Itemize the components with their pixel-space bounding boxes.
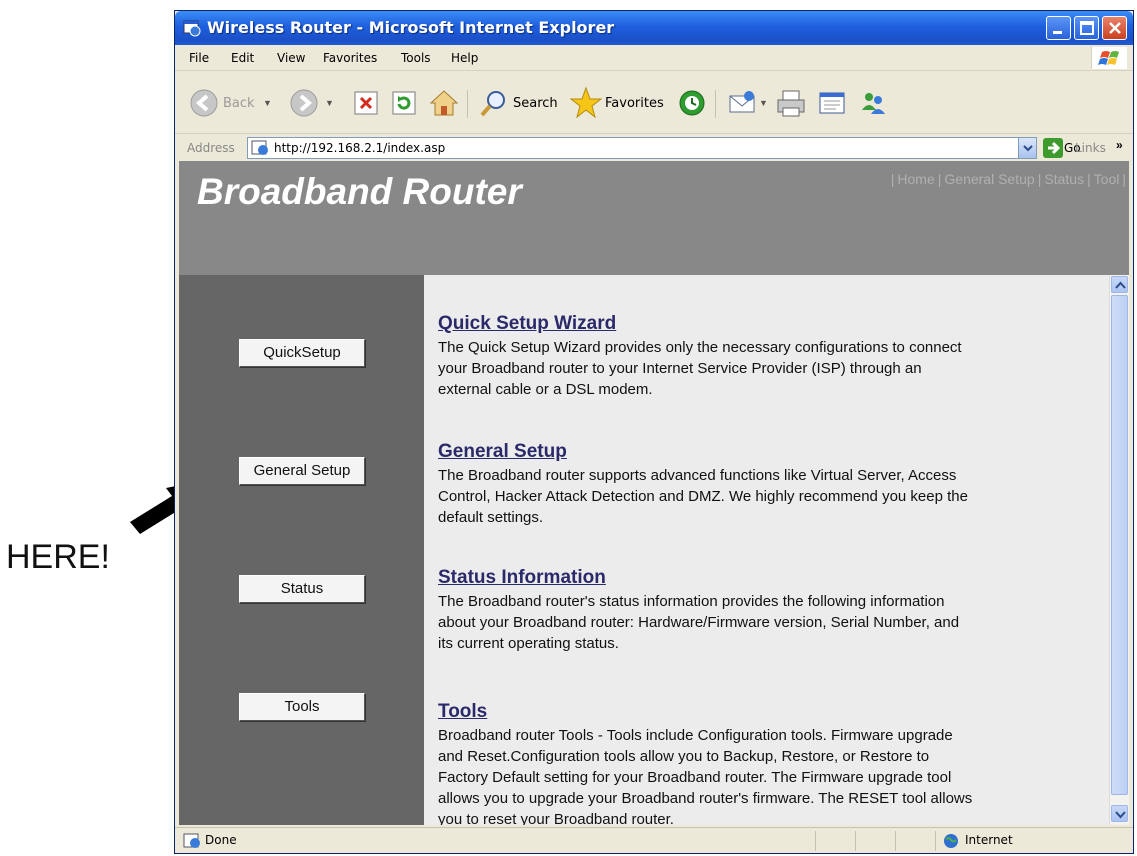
- status-bar: Done Internet: [175, 827, 1133, 853]
- refresh-icon[interactable]: [391, 90, 417, 116]
- forward-icon[interactable]: [289, 88, 319, 118]
- general-setup-description: The Broadband router supports advanced f…: [438, 467, 968, 526]
- brand-title: Broadband Router: [197, 171, 522, 212]
- chevron-down-icon: [1023, 145, 1033, 152]
- address-input[interactable]: http://192.168.2.1/index.asp: [247, 137, 1037, 159]
- window-title: Wireless Router - Microsoft Internet Exp…: [207, 18, 615, 37]
- toolbar: Back ▼ ▼ Search Favorites ▼: [175, 72, 1133, 134]
- stop-icon[interactable]: [353, 90, 379, 116]
- history-icon[interactable]: [677, 88, 707, 118]
- status-divider: [895, 831, 896, 851]
- address-dropdown-button[interactable]: [1018, 138, 1036, 158]
- section-status: Status Information The Broadband router'…: [438, 567, 978, 654]
- topnav-tool[interactable]: Tool: [1094, 171, 1120, 187]
- ie-icon: [183, 20, 201, 37]
- status-divider: [855, 831, 856, 851]
- status-text: Done: [205, 833, 237, 847]
- web-page: Broadband Router | Home | General Setup | Sta…: [179, 161, 1129, 825]
- menu-bar: File Edit View Favorites Tools Help: [175, 45, 1133, 71]
- tools-button[interactable]: Tools: [239, 693, 365, 721]
- status-divider: [815, 831, 816, 851]
- menu-view[interactable]: View: [277, 51, 305, 65]
- topnav-home[interactable]: Home: [897, 171, 934, 187]
- mail-icon[interactable]: [727, 88, 757, 118]
- menu-file[interactable]: File: [189, 51, 209, 65]
- quicksetup-button[interactable]: QuickSetup: [239, 339, 365, 367]
- topnav-status[interactable]: Status: [1044, 171, 1084, 187]
- status-description: The Broadband router's status informatio…: [438, 593, 960, 652]
- maximize-button[interactable]: [1074, 16, 1099, 40]
- sidebar: QuickSetup General Setup Status Tools: [179, 275, 424, 825]
- tools-link[interactable]: Tools: [438, 701, 487, 723]
- section-tools: Tools Broadband router Tools - Tools inc…: [438, 701, 978, 825]
- general-setup-link[interactable]: General Setup: [438, 441, 567, 463]
- page-done-icon: [183, 833, 200, 848]
- topnav-general-setup[interactable]: General Setup: [944, 171, 1034, 187]
- minimize-button[interactable]: [1046, 16, 1071, 40]
- forward-dropdown-icon[interactable]: ▼: [325, 98, 334, 108]
- scroll-down-button[interactable]: [1111, 805, 1128, 822]
- section-quick-setup: Quick Setup Wizard The Quick Setup Wizar…: [438, 313, 978, 400]
- status-button[interactable]: Status: [239, 575, 365, 603]
- windows-logo-icon: [1091, 47, 1127, 69]
- here-annotation: HERE!: [6, 538, 110, 576]
- security-zone: Internet: [965, 833, 1013, 847]
- title-bar: Wireless Router - Microsoft Internet Exp…: [175, 11, 1133, 45]
- chevron-down-icon: [1115, 811, 1126, 819]
- address-url: http://192.168.2.1/index.asp: [274, 141, 446, 155]
- menu-edit[interactable]: Edit: [231, 51, 254, 65]
- search-icon[interactable]: [479, 88, 509, 118]
- back-icon[interactable]: [189, 88, 219, 118]
- page-icon: [251, 140, 268, 155]
- chevron-up-icon: [1115, 281, 1126, 289]
- address-label: Address: [187, 141, 235, 155]
- quick-setup-description: The Quick Setup Wizard provides only the…: [438, 339, 962, 398]
- address-bar: Address http://192.168.2.1/index.asp Go …: [175, 135, 1133, 161]
- toolbar-separator: [715, 90, 716, 118]
- mail-dropdown-icon[interactable]: ▼: [759, 98, 768, 108]
- scroll-thumb[interactable]: [1111, 295, 1128, 795]
- edit-icon[interactable]: [817, 88, 849, 118]
- maximize-icon: [1080, 21, 1094, 35]
- favorites-button-label[interactable]: Favorites: [605, 96, 664, 111]
- print-icon[interactable]: [775, 88, 807, 118]
- favorites-star-icon[interactable]: [569, 86, 603, 120]
- menu-help[interactable]: Help: [451, 51, 478, 65]
- vertical-scrollbar[interactable]: [1109, 275, 1129, 825]
- internet-globe-icon: [944, 834, 958, 848]
- general-setup-button[interactable]: General Setup: [239, 457, 365, 485]
- close-button[interactable]: [1102, 16, 1127, 40]
- browser-window: Wireless Router - Microsoft Internet Exp…: [174, 10, 1134, 854]
- top-navigation: | Home | General Setup | Status | Tool |: [890, 171, 1126, 187]
- main-content: Quick Setup Wizard The Quick Setup Wizar…: [424, 275, 1109, 825]
- minimize-icon: [1053, 31, 1062, 34]
- links-chevron-icon[interactable]: »: [1116, 138, 1123, 152]
- links-button[interactable]: Links: [1075, 141, 1106, 155]
- scroll-up-button[interactable]: [1111, 276, 1128, 293]
- close-icon: [1109, 22, 1121, 34]
- messenger-icon[interactable]: [859, 88, 889, 118]
- toolbar-separator: [467, 90, 468, 118]
- back-button-label[interactable]: Back: [223, 96, 255, 111]
- status-information-link[interactable]: Status Information: [438, 567, 606, 589]
- home-icon[interactable]: [429, 88, 459, 118]
- section-general-setup: General Setup The Broadband router suppo…: [438, 441, 978, 528]
- tools-description: Broadband router Tools - Tools include C…: [438, 727, 973, 825]
- menu-tools[interactable]: Tools: [401, 51, 431, 65]
- go-arrow-icon[interactable]: [1043, 138, 1063, 158]
- status-divider: [935, 831, 936, 851]
- back-dropdown-icon[interactable]: ▼: [263, 98, 272, 108]
- quick-setup-wizard-link[interactable]: Quick Setup Wizard: [438, 313, 616, 335]
- page-banner: Broadband Router | Home | General Setup | Sta…: [179, 161, 1129, 275]
- search-button-label[interactable]: Search: [513, 96, 558, 111]
- menu-favorites[interactable]: Favorites: [323, 51, 377, 65]
